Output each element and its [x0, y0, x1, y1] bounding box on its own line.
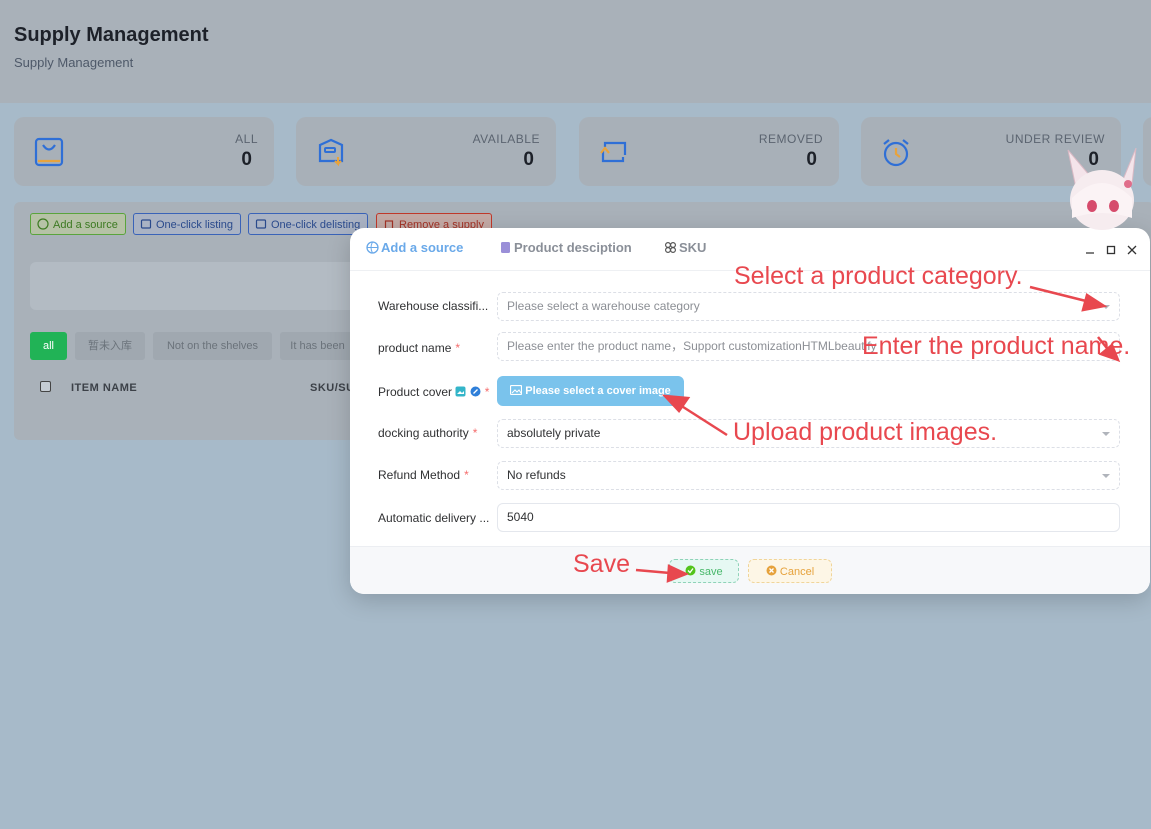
- tab-product-description[interactable]: Product desciption: [499, 240, 632, 255]
- cancel-button[interactable]: Cancel: [748, 559, 832, 583]
- product-cover-label: Product cover *: [378, 385, 490, 399]
- refresh-icon: [600, 141, 627, 163]
- page-header: Supply Management Supply Management: [0, 0, 1151, 103]
- picture-icon: [510, 384, 523, 396]
- automatic-delivery-input[interactable]: 5040: [497, 503, 1120, 532]
- page-title: Supply Management: [14, 24, 209, 46]
- column-item-name: ITEM NAME: [71, 382, 138, 394]
- annotation-enter-name: Enter the product name.: [862, 332, 1131, 360]
- box-icon: [140, 219, 152, 229]
- stat-value: 0: [523, 149, 534, 170]
- tab-sku[interactable]: SKU: [664, 240, 706, 255]
- search-area: [30, 262, 360, 310]
- annotation-select-category: Select a product category.: [734, 262, 1023, 290]
- warehouse-placeholder: Please select a warehouse category: [507, 299, 700, 313]
- document-icon: [501, 242, 510, 253]
- stat-label: AVAILABLE: [472, 132, 540, 146]
- link-icon: [470, 386, 481, 397]
- refund-method-select[interactable]: No refunds: [497, 461, 1120, 490]
- globe-icon: [366, 241, 379, 254]
- product-cover-label-text: Product cover: [378, 385, 453, 399]
- docking-authority-label: docking authority *: [378, 426, 478, 440]
- stat-card-partial: [1143, 117, 1151, 186]
- alarm-clock-icon: [883, 139, 909, 167]
- stat-card-available: AVAILABLE 0: [296, 117, 556, 186]
- box-arrow-icon: [318, 138, 344, 167]
- warehouse-label: Warehouse classifi...: [378, 299, 489, 313]
- grid-icon: [664, 241, 677, 254]
- tab-product-description-label: Product desciption: [514, 240, 632, 255]
- refund-method-label-text: Refund Method: [378, 468, 461, 482]
- tab-add-source-label: Add a source: [381, 240, 464, 255]
- automatic-delivery-value: 5040: [507, 510, 534, 524]
- check-circle-icon: [685, 565, 696, 576]
- one-click-delisting-label: One-click delisting: [271, 219, 361, 231]
- one-click-listing-button[interactable]: One-click listing: [133, 213, 242, 235]
- stat-label: UNDER REVIEW: [1005, 132, 1105, 146]
- minimize-icon[interactable]: [1085, 245, 1095, 255]
- anime-mascot-image: [1067, 148, 1137, 230]
- tab-sku-label: SKU: [679, 240, 707, 255]
- select-cover-image-label: Please select a cover image: [525, 385, 671, 397]
- annotation-save: Save: [573, 550, 630, 578]
- warehouse-select[interactable]: Please select a warehouse category: [497, 292, 1120, 321]
- refund-method-label: Refund Method *: [378, 468, 469, 482]
- stat-label: REMOVED: [758, 132, 823, 146]
- close-icon[interactable]: [1127, 245, 1137, 255]
- add-source-label: Add a source: [53, 219, 118, 231]
- filter-it-has-been[interactable]: It has been: [280, 332, 355, 360]
- bag-icon: [34, 137, 64, 167]
- one-click-listing-label: One-click listing: [156, 219, 234, 231]
- chevron-down-icon: [1102, 474, 1110, 478]
- product-name-label: product name *: [378, 341, 461, 355]
- stat-card-removed: REMOVED 0: [579, 117, 839, 186]
- stat-label: ALL: [235, 132, 258, 146]
- save-label: save: [699, 566, 723, 578]
- chevron-down-icon: [1102, 432, 1110, 436]
- maximize-icon[interactable]: [1106, 245, 1116, 255]
- dialog-footer: save Cancel: [350, 546, 1150, 594]
- cancel-circle-icon: [766, 565, 777, 576]
- filter-all[interactable]: all: [30, 332, 67, 360]
- product-name-placeholder: Please enter the product name，Support cu…: [507, 339, 877, 353]
- plus-circle-icon: [37, 218, 49, 230]
- docking-authority-label-text: docking authority: [378, 426, 469, 440]
- docking-authority-value: absolutely private: [507, 426, 601, 440]
- tab-add-source[interactable]: Add a source: [366, 240, 463, 255]
- filter-not-stocked[interactable]: 暂未入库: [75, 332, 145, 360]
- image-icon: [455, 386, 466, 397]
- annotation-upload-images: Upload product images.: [733, 418, 998, 446]
- add-source-button[interactable]: Add a source: [30, 213, 126, 235]
- stat-value: 0: [241, 149, 252, 170]
- stat-value: 0: [806, 149, 817, 170]
- cancel-label: Cancel: [779, 566, 815, 578]
- select-all-checkbox[interactable]: [40, 381, 51, 392]
- product-name-label-text: product name: [378, 341, 452, 355]
- refund-method-value: No refunds: [507, 468, 566, 482]
- automatic-delivery-label: Automatic delivery ...: [378, 511, 490, 525]
- refresh-icon: [255, 219, 267, 229]
- stat-card-all: ALL 0: [14, 117, 274, 186]
- filter-not-on-shelves[interactable]: Not on the shelves: [153, 332, 272, 360]
- select-cover-image-button[interactable]: Please select a cover image: [497, 376, 684, 406]
- chevron-down-icon: [1102, 305, 1110, 309]
- column-sku: SKU/SU: [310, 382, 355, 394]
- breadcrumb: Supply Management: [14, 55, 134, 70]
- save-button[interactable]: save: [669, 559, 739, 583]
